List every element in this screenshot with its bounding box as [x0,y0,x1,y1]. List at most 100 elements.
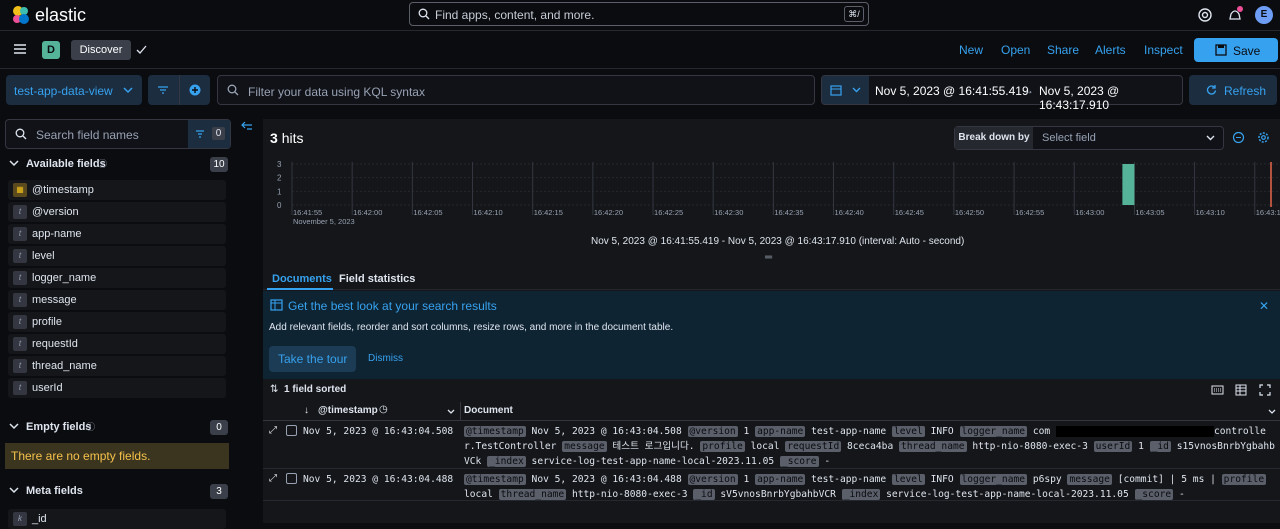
tab-field-statistics[interactable]: Field statistics [339,273,415,285]
available-fields-count: 10 [210,157,228,172]
field-item-profile[interactable]: t profile [8,312,226,332]
field-key-pill: _score [1134,489,1174,500]
space-avatar[interactable]: D [42,41,60,59]
field-search-input[interactable]: Search field names 0 [5,119,231,149]
alerts-link[interactable]: Alerts [1095,43,1126,57]
global-header: elastic Find apps, content, and more. ⌘/… [0,0,1280,31]
field-item-userId[interactable]: t userId [8,378,226,398]
field-key-pill: app-name [755,474,806,485]
close-icon[interactable]: ✕ [1259,299,1269,313]
empty-fields-count: 0 [210,420,228,435]
take-tour-button[interactable]: Take the tour [269,346,356,372]
resize-handle-icon[interactable]: ═ [765,252,772,263]
field-item-requestId[interactable]: t requestId [8,334,226,354]
fullscreen-icon[interactable] [1259,384,1271,396]
kql-query-input[interactable]: Filter your data using KQL syntax [217,75,815,105]
share-link[interactable]: Share [1047,43,1079,57]
columns-icon[interactable] [1235,384,1247,396]
field-key-pill: userId [1093,441,1133,452]
x-tick-label: 16:43:15 [1256,208,1280,217]
expand-row-icon[interactable]: ⤢ [269,473,277,484]
chevron-down-icon[interactable] [9,423,19,430]
global-search-input[interactable]: Find apps, content, and more. ⌘/ [409,2,869,26]
field-type-icon: t [13,315,27,329]
available-fields-header[interactable]: Available fields [26,158,106,170]
field-item-_id[interactable]: k _id [8,509,226,529]
field-key-pill: @version [687,426,738,437]
field-filter-button[interactable]: 0 [188,120,230,148]
field-value: test-app-name [811,474,892,485]
menu-icon[interactable] [13,42,27,56]
collapse-sidebar-icon[interactable] [241,121,253,131]
field-item-logger_name[interactable]: t logger_name [8,268,226,288]
column-header-document[interactable]: Document [464,405,513,416]
x-tick-label: 16:43:10 [1196,208,1225,217]
refresh-label: Refresh [1224,84,1267,98]
x-axis-subtitle: November 5, 2023 [293,217,355,226]
x-tick-label: 16:42:00 [353,208,382,217]
data-view-selector[interactable]: test-app-data-view [6,75,142,105]
tab-documents[interactable]: Documents [272,273,332,285]
user-avatar[interactable]: E [1255,6,1273,24]
chart-options-icon[interactable] [1232,131,1245,144]
field-type-icon: t [13,337,27,351]
add-filter-icon[interactable] [189,84,201,96]
field-value: INFO [930,474,960,485]
callout-body: Add relevant fields, reorder and sort co… [269,322,674,333]
field-value: http-nio-8080-exec-3 [571,489,694,500]
gear-icon[interactable] [1257,131,1270,144]
dismiss-button[interactable]: Dismiss [368,353,403,364]
data-view-label: test-app-data-view [14,84,113,98]
field-key-pill: @version [687,474,738,485]
field-item-version[interactable]: t @version [8,202,226,222]
filter-icon[interactable] [157,85,169,95]
refresh-button[interactable]: Refresh [1189,75,1277,105]
breakdown-select[interactable]: Select field [1042,132,1096,144]
field-value: Nov 5, 2023 @ 16:43:04.508 [531,426,688,437]
field-item-thread_name[interactable]: t thread_name [8,356,226,376]
field-item-app-name[interactable]: t app-name [8,224,226,244]
breadcrumb[interactable]: Discover [71,40,131,60]
empty-fields-header[interactable]: Empty fields [26,421,91,433]
x-tick-label: 16:42:10 [474,208,503,217]
chevron-down-icon[interactable] [9,160,19,167]
brand-name[interactable]: elastic [35,5,86,26]
chevron-down-icon[interactable] [9,487,19,494]
chevron-down-icon[interactable] [1268,409,1276,415]
sort-arrow-icon[interactable]: ↓ [304,405,309,416]
breakdown-label: Break down by [955,127,1033,149]
field-item-level[interactable]: t level [8,246,226,266]
field-value: 1 [743,474,756,485]
help-icon[interactable] [1196,6,1214,24]
open-link[interactable]: Open [1001,43,1030,57]
field-value: test-app-name [811,426,892,437]
sort-status[interactable]: 1 field sorted [284,384,346,395]
row-checkbox[interactable] [286,473,297,484]
x-tick-label: 16:42:45 [895,208,924,217]
field-type-icon: t [13,381,27,395]
field-key-pill: requestId [785,441,842,452]
new-link[interactable]: New [959,43,983,57]
chevron-down-icon[interactable] [447,409,455,415]
hits-count: 3 hits [270,130,304,146]
keyboard-icon[interactable] [1211,385,1224,395]
column-header-timestamp[interactable]: @timestamp [318,405,378,416]
quick-select-button[interactable] [822,76,869,104]
meta-fields-header[interactable]: Meta fields [26,485,83,497]
expand-row-icon[interactable]: ⤢ [269,425,277,436]
row-checkbox[interactable] [286,425,297,436]
field-type-icon: t [13,271,27,285]
x-tick-label: 16:43:05 [1135,208,1164,217]
x-tick-label: 16:42:25 [654,208,683,217]
field-item-timestamp[interactable]: ▦ @timestamp [8,180,226,200]
field-value: 8ceca4ba [847,441,899,452]
end-date[interactable]: Nov 5, 2023 @ 16:43:17.910 [1039,84,1182,112]
field-key-pill: _id [693,489,715,500]
start-date[interactable]: Nov 5, 2023 @ 16:41:55.419 [875,84,1029,98]
inspect-link[interactable]: Inspect [1144,43,1183,57]
elastic-logo-icon[interactable] [11,5,31,25]
save-button[interactable]: Save [1194,38,1278,62]
notifications-icon[interactable] [1226,6,1244,24]
field-item-message[interactable]: t message [8,290,226,310]
x-tick-label: 16:42:55 [1015,208,1044,217]
